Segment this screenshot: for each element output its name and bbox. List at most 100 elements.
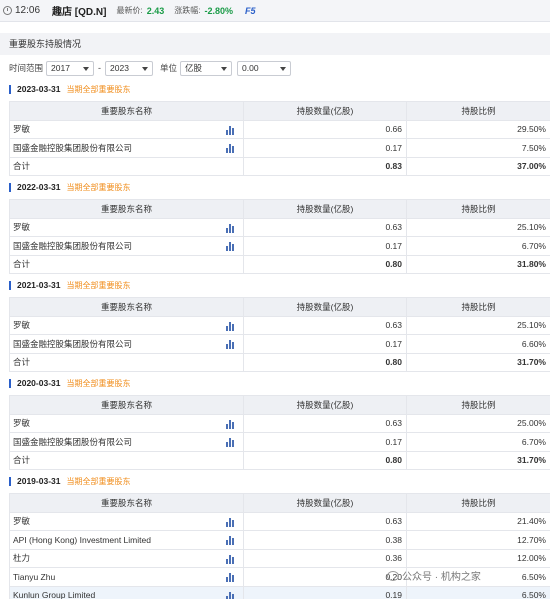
table-header-row: 重要股东名称 持股数量(亿股) 持股比例 xyxy=(9,493,550,513)
total-label: 合计 xyxy=(9,156,244,176)
period-block: 2021-03-31 当期全部重要股东 重要股东名称 持股数量(亿股) 持股比例… xyxy=(9,278,550,372)
chevron-down-icon xyxy=(280,66,287,71)
table-row: 罗敏 0.66 29.50% xyxy=(9,119,550,139)
shareholder-name[interactable]: 国盛金融控股集团股份有限公司 xyxy=(13,437,132,447)
filter-bar: 时间范围 2017 - 2023 单位 亿股 0.00 xyxy=(9,60,292,76)
period-marker xyxy=(9,182,11,192)
period-date: 2022-03-31 xyxy=(17,182,61,192)
total-label: 合计 xyxy=(9,450,244,470)
shareholder-name[interactable]: 罗敏 xyxy=(13,124,30,134)
all-shareholders-link[interactable]: 当期全部重要股东 xyxy=(66,182,130,193)
shareholder-name[interactable]: 罗敏 xyxy=(13,320,30,330)
to-year-value: 2023 xyxy=(110,62,129,73)
from-year-select[interactable]: 2017 xyxy=(46,60,95,76)
shareholder-name[interactable]: 杜力 xyxy=(13,553,30,563)
threshold-value: 0.00 xyxy=(242,62,259,73)
threshold-select[interactable]: 0.00 xyxy=(237,60,292,76)
watermark: 公众号 · 机构之家 xyxy=(387,568,481,583)
bar-chart-icon[interactable] xyxy=(226,573,235,582)
total-row: 合计 0.80 31.80% xyxy=(9,254,550,274)
bar-chart-icon[interactable] xyxy=(226,321,235,331)
col-name-header: 重要股东名称 xyxy=(9,297,244,317)
shares-cell: 0.17 xyxy=(243,334,407,354)
shareholder-name[interactable]: Kunlun Group Limited xyxy=(13,590,95,599)
shares-cell: 0.63 xyxy=(243,511,407,531)
table-row: 罗敏 0.63 25.10% xyxy=(9,217,550,237)
period-date: 2020-03-31 xyxy=(17,378,61,388)
bar-chart-icon[interactable] xyxy=(226,223,235,233)
period-block: 2020-03-31 当期全部重要股东 重要股东名称 持股数量(亿股) 持股比例… xyxy=(9,376,550,470)
bar-chart-icon[interactable] xyxy=(226,419,235,429)
shares-cell: 0.66 xyxy=(243,119,407,139)
watermark-text: 公众号 · 机构之家 xyxy=(402,572,481,583)
col-shares-header: 持股数量(亿股) xyxy=(243,297,407,317)
ratio-cell: 25.10% xyxy=(406,217,550,237)
bar-chart-icon[interactable] xyxy=(226,125,235,135)
shares-cell: 0.17 xyxy=(243,138,407,158)
shares-cell: 0.36 xyxy=(243,548,407,568)
shares-cell: 0.20 xyxy=(243,567,407,587)
table-row: API (Hong Kong) Investment Limited 0.38 … xyxy=(9,530,550,550)
all-shareholders-link[interactable]: 当期全部重要股东 xyxy=(66,378,130,389)
shareholder-name[interactable]: 国盛金融控股集团股份有限公司 xyxy=(13,339,132,349)
shareholder-name[interactable]: 罗敏 xyxy=(13,418,30,428)
shareholder-name[interactable]: 罗敏 xyxy=(13,222,30,232)
col-ratio-header: 持股比例 xyxy=(406,101,550,121)
shares-cell: 0.19 xyxy=(243,585,407,599)
bar-chart-icon[interactable] xyxy=(226,554,235,564)
latest-price: 2.43 xyxy=(146,5,165,16)
time-range-label: 时间范围 xyxy=(9,63,44,73)
shareholder-table: 重要股东名称 持股数量(亿股) 持股比例 罗敏 0.63 25.10% 国盛金融… xyxy=(9,199,550,274)
all-shareholders-link[interactable]: 当期全部重要股东 xyxy=(66,476,130,487)
change-label: 涨跌幅: xyxy=(174,6,201,15)
shareholder-name[interactable]: 国盛金融控股集团股份有限公司 xyxy=(13,143,132,153)
col-shares-header: 持股数量(亿股) xyxy=(243,493,407,513)
col-shares-header: 持股数量(亿股) xyxy=(243,199,407,219)
shareholder-name[interactable]: 罗敏 xyxy=(13,516,30,526)
period-block: 2022-03-31 当期全部重要股东 重要股东名称 持股数量(亿股) 持股比例… xyxy=(9,180,550,274)
wechat-icon xyxy=(387,571,399,581)
bar-chart-icon[interactable] xyxy=(226,242,235,251)
total-shares: 0.80 xyxy=(243,352,407,372)
all-shareholders-link[interactable]: 当期全部重要股东 xyxy=(66,280,130,291)
bar-chart-icon[interactable] xyxy=(226,340,235,349)
shareholder-table: 重要股东名称 持股数量(亿股) 持股比例 罗敏 0.63 25.00% 国盛金融… xyxy=(9,395,550,470)
to-year-select[interactable]: 2023 xyxy=(105,60,154,76)
bar-chart-icon[interactable] xyxy=(226,438,235,447)
bar-chart-icon[interactable] xyxy=(226,591,235,599)
total-ratio: 31.70% xyxy=(406,450,550,470)
total-label: 合计 xyxy=(9,254,244,274)
col-name-header: 重要股东名称 xyxy=(9,101,244,121)
period-marker xyxy=(9,280,11,290)
table-header-row: 重要股东名称 持股数量(亿股) 持股比例 xyxy=(9,395,550,415)
bar-chart-icon[interactable] xyxy=(226,144,235,153)
chevron-down-icon xyxy=(83,66,90,71)
total-shares: 0.80 xyxy=(243,254,407,274)
unit-label: 单位 xyxy=(160,63,178,73)
table-header-row: 重要股东名称 持股数量(亿股) 持股比例 xyxy=(9,199,550,219)
unit-select[interactable]: 亿股 xyxy=(180,60,233,76)
price-label: 最新价: xyxy=(116,6,143,15)
bar-chart-icon[interactable] xyxy=(226,517,235,527)
shares-cell: 0.63 xyxy=(243,413,407,433)
shareholder-name[interactable]: API (Hong Kong) Investment Limited xyxy=(13,535,151,545)
all-shareholders-link[interactable]: 当期全部重要股东 xyxy=(66,84,130,95)
col-ratio-header: 持股比例 xyxy=(406,493,550,513)
col-ratio-header: 持股比例 xyxy=(406,297,550,317)
col-name-header: 重要股东名称 xyxy=(9,199,244,219)
shares-cell: 0.17 xyxy=(243,432,407,452)
total-row: 合计 0.83 37.00% xyxy=(9,156,550,176)
shareholder-name[interactable]: 国盛金融控股集团股份有限公司 xyxy=(13,241,132,251)
shareholder-name[interactable]: Tianyu Zhu xyxy=(13,572,55,582)
stock-name[interactable]: 趣店 [QD.N] xyxy=(52,3,106,18)
refresh-button[interactable]: F5 xyxy=(245,6,256,16)
shareholder-table: 重要股东名称 持股数量(亿股) 持股比例 罗敏 0.63 25.10% 国盛金融… xyxy=(9,297,550,372)
total-ratio: 37.00% xyxy=(406,156,550,176)
total-shares: 0.80 xyxy=(243,450,407,470)
total-ratio: 31.70% xyxy=(406,352,550,372)
shares-cell: 0.63 xyxy=(243,315,407,335)
bar-chart-icon[interactable] xyxy=(226,536,235,545)
table-row: Kunlun Group Limited 0.19 6.50% xyxy=(9,585,550,599)
col-name-header: 重要股东名称 xyxy=(9,395,244,415)
unit-value: 亿股 xyxy=(185,62,203,73)
